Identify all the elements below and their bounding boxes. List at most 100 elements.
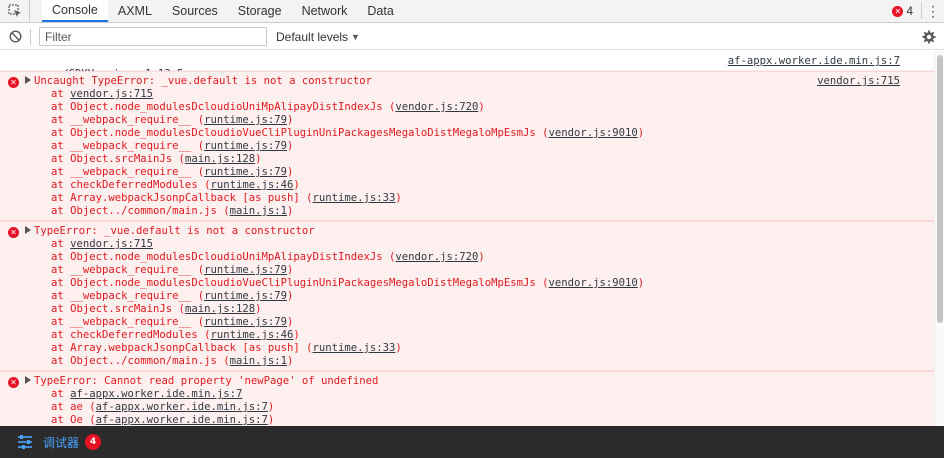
error-counter[interactable]: ✕ 4 xyxy=(884,4,921,18)
error-header[interactable]: Uncaught TypeError: _vue.default is not … xyxy=(0,75,934,88)
stack-frame: at __webpack_require__ (runtime.js:79) xyxy=(0,140,934,153)
stack-frame: at ae (af-appx.worker.ide.min.js:7) xyxy=(0,401,934,414)
frame-link[interactable]: af-appx.worker.ide.min.js:7 xyxy=(96,401,268,413)
frame-link[interactable]: af-appx.worker.ide.min.js:7 xyxy=(96,414,268,426)
frame-link[interactable]: vendor.js:715 xyxy=(70,238,153,250)
tab-storage[interactable]: Storage xyxy=(228,0,292,22)
console-message-error: ✕ TypeError: _vue.default is not a const… xyxy=(0,221,934,371)
stack-trace: at vendor.js:715 at Object.node_modulesD… xyxy=(0,88,934,218)
error-source-link[interactable]: vendor.js:715 xyxy=(817,75,900,88)
frame-text: at Array.webpackJsonpCallback [as push] … xyxy=(51,192,313,204)
frame-link[interactable]: af-appx.worker.ide.min.js:7 xyxy=(70,388,242,400)
tab-console[interactable]: Console xyxy=(42,0,108,22)
console-output: ap/SDKVersion: 1.13.5 af-appx.worker.ide… xyxy=(0,51,934,426)
frame-link[interactable]: runtime.js:79 xyxy=(204,290,287,302)
frame-link[interactable]: runtime.js:79 xyxy=(204,264,287,276)
stack-frame: at checkDeferredModules (runtime.js:46) xyxy=(0,179,934,192)
debugger-sliders-icon[interactable] xyxy=(17,435,33,449)
log-levels-dropdown[interactable]: Default levels ▼ xyxy=(276,30,360,44)
stack-frame: at Object../common/main.js (main.js:1) xyxy=(0,205,934,218)
frame-text: at checkDeferredModules ( xyxy=(51,329,211,341)
stack-frame: at vendor.js:715 xyxy=(0,88,934,101)
frame-text: at xyxy=(51,388,71,400)
error-icon: ✕ xyxy=(892,5,904,17)
frame-text: at __webpack_require__ ( xyxy=(51,264,205,276)
frame-text: ) xyxy=(478,101,485,113)
frame-text: ) xyxy=(287,355,294,367)
frame-link[interactable]: vendor.js:715 xyxy=(70,88,153,100)
frame-text: ) xyxy=(267,401,275,413)
frame-text: at Object.srcMainJs ( xyxy=(51,153,185,165)
error-title: TypeError: Cannot read property 'newPage… xyxy=(34,375,379,387)
frame-link[interactable]: main.js:1 xyxy=(230,205,287,217)
error-title: TypeError: _vue.default is not a constru… xyxy=(34,225,315,237)
stack-frame: at Array.webpackJsonpCallback [as push] … xyxy=(0,342,934,355)
frame-text: ) xyxy=(293,329,300,341)
frame-link[interactable]: vendor.js:720 xyxy=(395,251,478,263)
frame-link[interactable]: runtime.js:46 xyxy=(210,329,293,341)
debugger-label[interactable]: 调试器 xyxy=(43,434,79,451)
frame-link[interactable]: runtime.js:79 xyxy=(204,140,287,152)
log-levels-label: Default levels xyxy=(276,29,349,44)
stack-frame: at Object.srcMainJs (main.js:128) xyxy=(0,303,934,316)
tab-network[interactable]: Network xyxy=(292,0,358,22)
settings-gear-icon[interactable] xyxy=(921,29,937,45)
scrollbar-thumb[interactable] xyxy=(937,55,943,323)
inspect-icon xyxy=(7,4,21,17)
frame-link[interactable]: runtime.js:79 xyxy=(204,114,287,126)
frame-link[interactable]: vendor.js:9010 xyxy=(548,127,637,139)
stack-frame: at Object.node_modulesDcloudioVueCliPlug… xyxy=(0,277,934,290)
frame-text: at ae ( xyxy=(51,401,96,413)
frame-link[interactable]: vendor.js:9010 xyxy=(548,277,637,289)
error-count: 4 xyxy=(906,4,913,18)
frame-link[interactable]: main.js:128 xyxy=(185,153,255,165)
frame-link[interactable]: vendor.js:720 xyxy=(395,101,478,113)
clear-console-icon xyxy=(8,30,22,43)
tab-axml[interactable]: AXML xyxy=(108,0,162,22)
stack-frame: at Object.node_modulesDcloudioVueCliPlug… xyxy=(0,127,934,140)
frame-link[interactable]: runtime.js:33 xyxy=(313,192,396,204)
frame-text: ) xyxy=(255,303,262,315)
stack-frame: at Object../common/main.js (main.js:1) xyxy=(0,355,934,368)
stack-frame: at __webpack_require__ (runtime.js:79) xyxy=(0,290,934,303)
frame-text: at __webpack_require__ ( xyxy=(51,114,205,126)
filter-input[interactable] xyxy=(39,27,267,46)
frame-text: at Object.node_modulesDcloudioUniMpAlipa… xyxy=(51,251,396,263)
caret-down-icon: ▼ xyxy=(351,31,360,42)
frame-text: at Oe ( xyxy=(51,414,96,426)
frame-text: ) xyxy=(287,114,294,126)
stack-frame: at Oe (af-appx.worker.ide.min.js:7) xyxy=(0,414,934,426)
info-source-link[interactable]: af-appx.worker.ide.min.js:7 xyxy=(728,55,900,68)
tab-sources[interactable]: Sources xyxy=(162,0,228,22)
frame-text: ) xyxy=(267,414,275,426)
error-header[interactable]: TypeError: _vue.default is not a constru… xyxy=(0,225,934,238)
inspect-element-button[interactable] xyxy=(0,0,30,22)
frame-text: ) xyxy=(395,192,402,204)
frame-text: ) xyxy=(255,153,262,165)
frame-text: at Object.srcMainJs ( xyxy=(51,303,185,315)
frame-link[interactable]: runtime.js:79 xyxy=(204,316,287,328)
frame-text: ) xyxy=(478,251,485,263)
console-message-info: ap/SDKVersion: 1.13.5 af-appx.worker.ide… xyxy=(0,51,934,80)
frame-text: at Array.webpackJsonpCallback [as push] … xyxy=(51,342,313,354)
console-scrollbar[interactable] xyxy=(934,51,944,426)
more-vert-icon: ⋮ xyxy=(926,2,940,19)
frame-text: at __webpack_require__ ( xyxy=(51,316,205,328)
frame-text: ) xyxy=(287,166,294,178)
expand-triangle-icon xyxy=(25,226,31,234)
frame-text: at Object.node_modulesDcloudioVueCliPlug… xyxy=(51,127,549,139)
frame-link[interactable]: runtime.js:46 xyxy=(210,179,293,191)
clear-console-button[interactable] xyxy=(0,30,30,43)
frame-link[interactable]: main.js:128 xyxy=(185,303,255,315)
frame-text: at xyxy=(51,238,71,250)
error-header[interactable]: TypeError: Cannot read property 'newPage… xyxy=(0,375,934,388)
tabbar-right: ✕ 4 ⋮ xyxy=(884,0,944,22)
tab-data[interactable]: Data xyxy=(357,0,403,22)
more-options-button[interactable]: ⋮ xyxy=(922,3,944,20)
frame-link[interactable]: runtime.js:33 xyxy=(313,342,396,354)
stack-frame: at af-appx.worker.ide.min.js:7 xyxy=(0,388,934,401)
console-filterbar: Default levels ▼ xyxy=(0,24,944,50)
console-message-error: ✕ TypeError: Cannot read property 'newPa… xyxy=(0,371,934,426)
frame-link[interactable]: main.js:1 xyxy=(230,355,287,367)
frame-link[interactable]: runtime.js:79 xyxy=(204,166,287,178)
